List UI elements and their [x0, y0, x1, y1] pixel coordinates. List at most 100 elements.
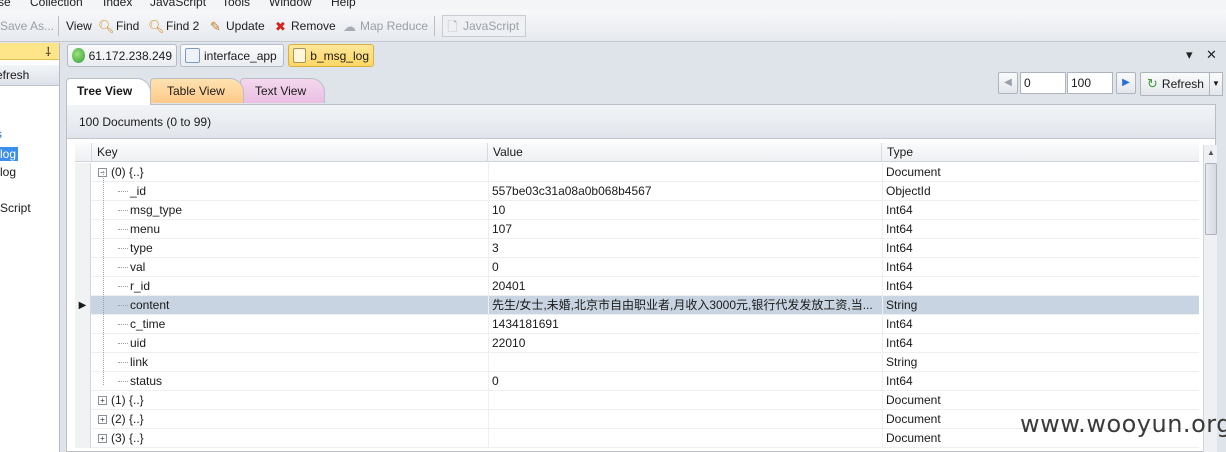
value-cell[interactable]: 557be03c31a08a0b068b4567	[488, 182, 882, 201]
menu-item-tools[interactable]: Tools	[222, 0, 250, 9]
connection-tab-collection[interactable]: b_msg_log	[288, 44, 374, 67]
type-cell: Int64	[882, 334, 1198, 353]
toolbar: Save As... View 🔍︎ Find 🔍︎ Find 2 ✎ Upda…	[0, 10, 1226, 42]
tab-table-view[interactable]: Table View	[150, 78, 244, 103]
row-selector[interactable]: ▶	[75, 296, 91, 315]
scroll-up-icon[interactable]: ▲	[1204, 145, 1218, 161]
previous-page-button[interactable]: ◀	[998, 72, 1018, 94]
table-row[interactable]: val 0 Int64	[75, 258, 1199, 277]
pin-icon[interactable]: ⸸	[45, 43, 51, 60]
column-header-key[interactable]: Key	[92, 143, 488, 162]
left-refresh-button[interactable]: efresh	[0, 65, 59, 86]
value-cell[interactable]	[488, 429, 882, 448]
tree-item[interactable]: s	[0, 127, 2, 141]
tree-item-script[interactable]: Script	[0, 201, 31, 215]
menu-item-file[interactable]: se	[0, 0, 11, 9]
column-header-type[interactable]: Type	[882, 143, 1199, 162]
row-selector[interactable]	[75, 315, 91, 334]
update-button[interactable]: ✎ Update	[208, 16, 265, 36]
menu-item-collection[interactable]: Collection	[30, 0, 83, 9]
row-selector[interactable]	[75, 334, 91, 353]
table-row[interactable]: + (1) {..} Document	[75, 391, 1199, 410]
remove-button[interactable]: ✖ Remove	[273, 16, 336, 36]
value-cell[interactable]: 20401	[488, 277, 882, 296]
row-selector[interactable]	[75, 353, 91, 372]
menu-item-help[interactable]: Help	[331, 0, 356, 9]
row-selector[interactable]	[75, 277, 91, 296]
key-cell: type	[92, 239, 488, 258]
value-cell[interactable]	[488, 410, 882, 429]
type-cell: Int64	[882, 315, 1198, 334]
window-menu-icon[interactable]: ▾	[1186, 47, 1193, 63]
table-row[interactable]: menu 107 Int64	[75, 220, 1199, 239]
table-row[interactable]: r_id 20401 Int64	[75, 277, 1199, 296]
row-selector[interactable]	[75, 410, 91, 429]
row-selector[interactable]	[75, 182, 91, 201]
expand-icon[interactable]: +	[98, 415, 107, 425]
scrollbar-thumb[interactable]	[1205, 163, 1217, 235]
tree-item-selected[interactable]: log	[0, 147, 19, 161]
tab-tree-view[interactable]: Tree View	[66, 78, 152, 105]
value-cell[interactable]: 0	[488, 372, 882, 391]
table-row[interactable]: type 3 Int64	[75, 239, 1199, 258]
vertical-scrollbar[interactable]: ▲	[1203, 145, 1217, 452]
watermark: www.wooyun.org	[1020, 410, 1226, 438]
menu-item-index[interactable]: Index	[103, 0, 132, 9]
table-row[interactable]: c_time 1434181691 Int64	[75, 315, 1199, 334]
table-row[interactable]: − (0) {..} Document	[75, 163, 1199, 182]
javascript-button[interactable]: 🗋︎ JavaScript	[442, 15, 527, 37]
key-text: (3) {..}	[111, 431, 144, 445]
refresh-dropdown-button[interactable]: ▼	[1209, 72, 1223, 96]
row-selector[interactable]	[75, 239, 91, 258]
table-row[interactable]: status 0 Int64	[75, 372, 1199, 391]
view-button[interactable]: View	[66, 16, 92, 36]
find-button[interactable]: 🔍︎ Find	[98, 16, 139, 36]
connection-tab-server[interactable]: 61.172.238.249	[67, 44, 177, 67]
value-cell[interactable]	[488, 163, 882, 182]
menu-item-window[interactable]: Window	[269, 0, 312, 9]
key-text: content	[130, 298, 170, 312]
value-cell[interactable]: 3	[488, 239, 882, 258]
row-selector[interactable]	[75, 163, 91, 182]
value-cell[interactable]: 0	[488, 258, 882, 277]
row-selector[interactable]	[75, 258, 91, 277]
row-selector[interactable]	[75, 429, 91, 448]
value-cell[interactable]: 10	[488, 201, 882, 220]
connection-tab-database[interactable]: interface_app	[180, 44, 284, 67]
expand-icon[interactable]: +	[98, 434, 107, 444]
table-row[interactable]: uid 22010 Int64	[75, 334, 1199, 353]
page-from-input[interactable]: 0	[1020, 72, 1066, 94]
expand-icon[interactable]: +	[98, 396, 107, 406]
row-selector[interactable]	[75, 201, 91, 220]
table-row[interactable]: msg_type 10 Int64	[75, 201, 1199, 220]
page-count-input[interactable]: 100	[1067, 72, 1113, 94]
table-row[interactable]: ▶ content 先生/女士,未婚,北京市自由职业者,月收入3000元,银行代发发…	[75, 296, 1199, 315]
tree-item[interactable]: log	[0, 165, 16, 179]
key-text: (1) {..}	[111, 393, 144, 407]
value-cell[interactable]: 22010	[488, 334, 882, 353]
row-selector[interactable]	[75, 220, 91, 239]
close-icon[interactable]: ✕	[1206, 47, 1217, 63]
find2-button[interactable]: 🔍︎ Find 2	[148, 16, 199, 36]
menu-item-javascript[interactable]: JavaScript	[150, 0, 206, 9]
refresh-button[interactable]: ↻ Refresh	[1140, 72, 1210, 96]
value-cell[interactable]	[488, 391, 882, 410]
column-header-value[interactable]: Value	[488, 143, 882, 162]
left-panel-header: ⸸	[0, 43, 59, 60]
row-selector[interactable]	[75, 372, 91, 391]
value-cell[interactable]	[488, 353, 882, 372]
key-text: msg_type	[130, 203, 183, 217]
row-header-corner	[75, 143, 92, 162]
key-cell: c_time	[92, 315, 488, 334]
tab-text-view[interactable]: Text View	[240, 78, 326, 103]
table-row[interactable]: _id 557be03c31a08a0b068b4567 ObjectId	[75, 182, 1199, 201]
next-page-button[interactable]: ▶	[1116, 72, 1136, 94]
value-cell[interactable]: 1434181691	[488, 315, 882, 334]
row-selector[interactable]	[75, 391, 91, 410]
table-row[interactable]: link String	[75, 353, 1199, 372]
key-text: menu	[130, 222, 161, 236]
value-cell[interactable]: 先生/女士,未婚,北京市自由职业者,月收入3000元,银行代发发放工资,当...	[488, 296, 882, 315]
save-as-button[interactable]: Save As...	[0, 16, 54, 36]
value-cell[interactable]: 107	[488, 220, 882, 239]
map-reduce-button[interactable]: ☁ Map Reduce	[342, 16, 428, 36]
